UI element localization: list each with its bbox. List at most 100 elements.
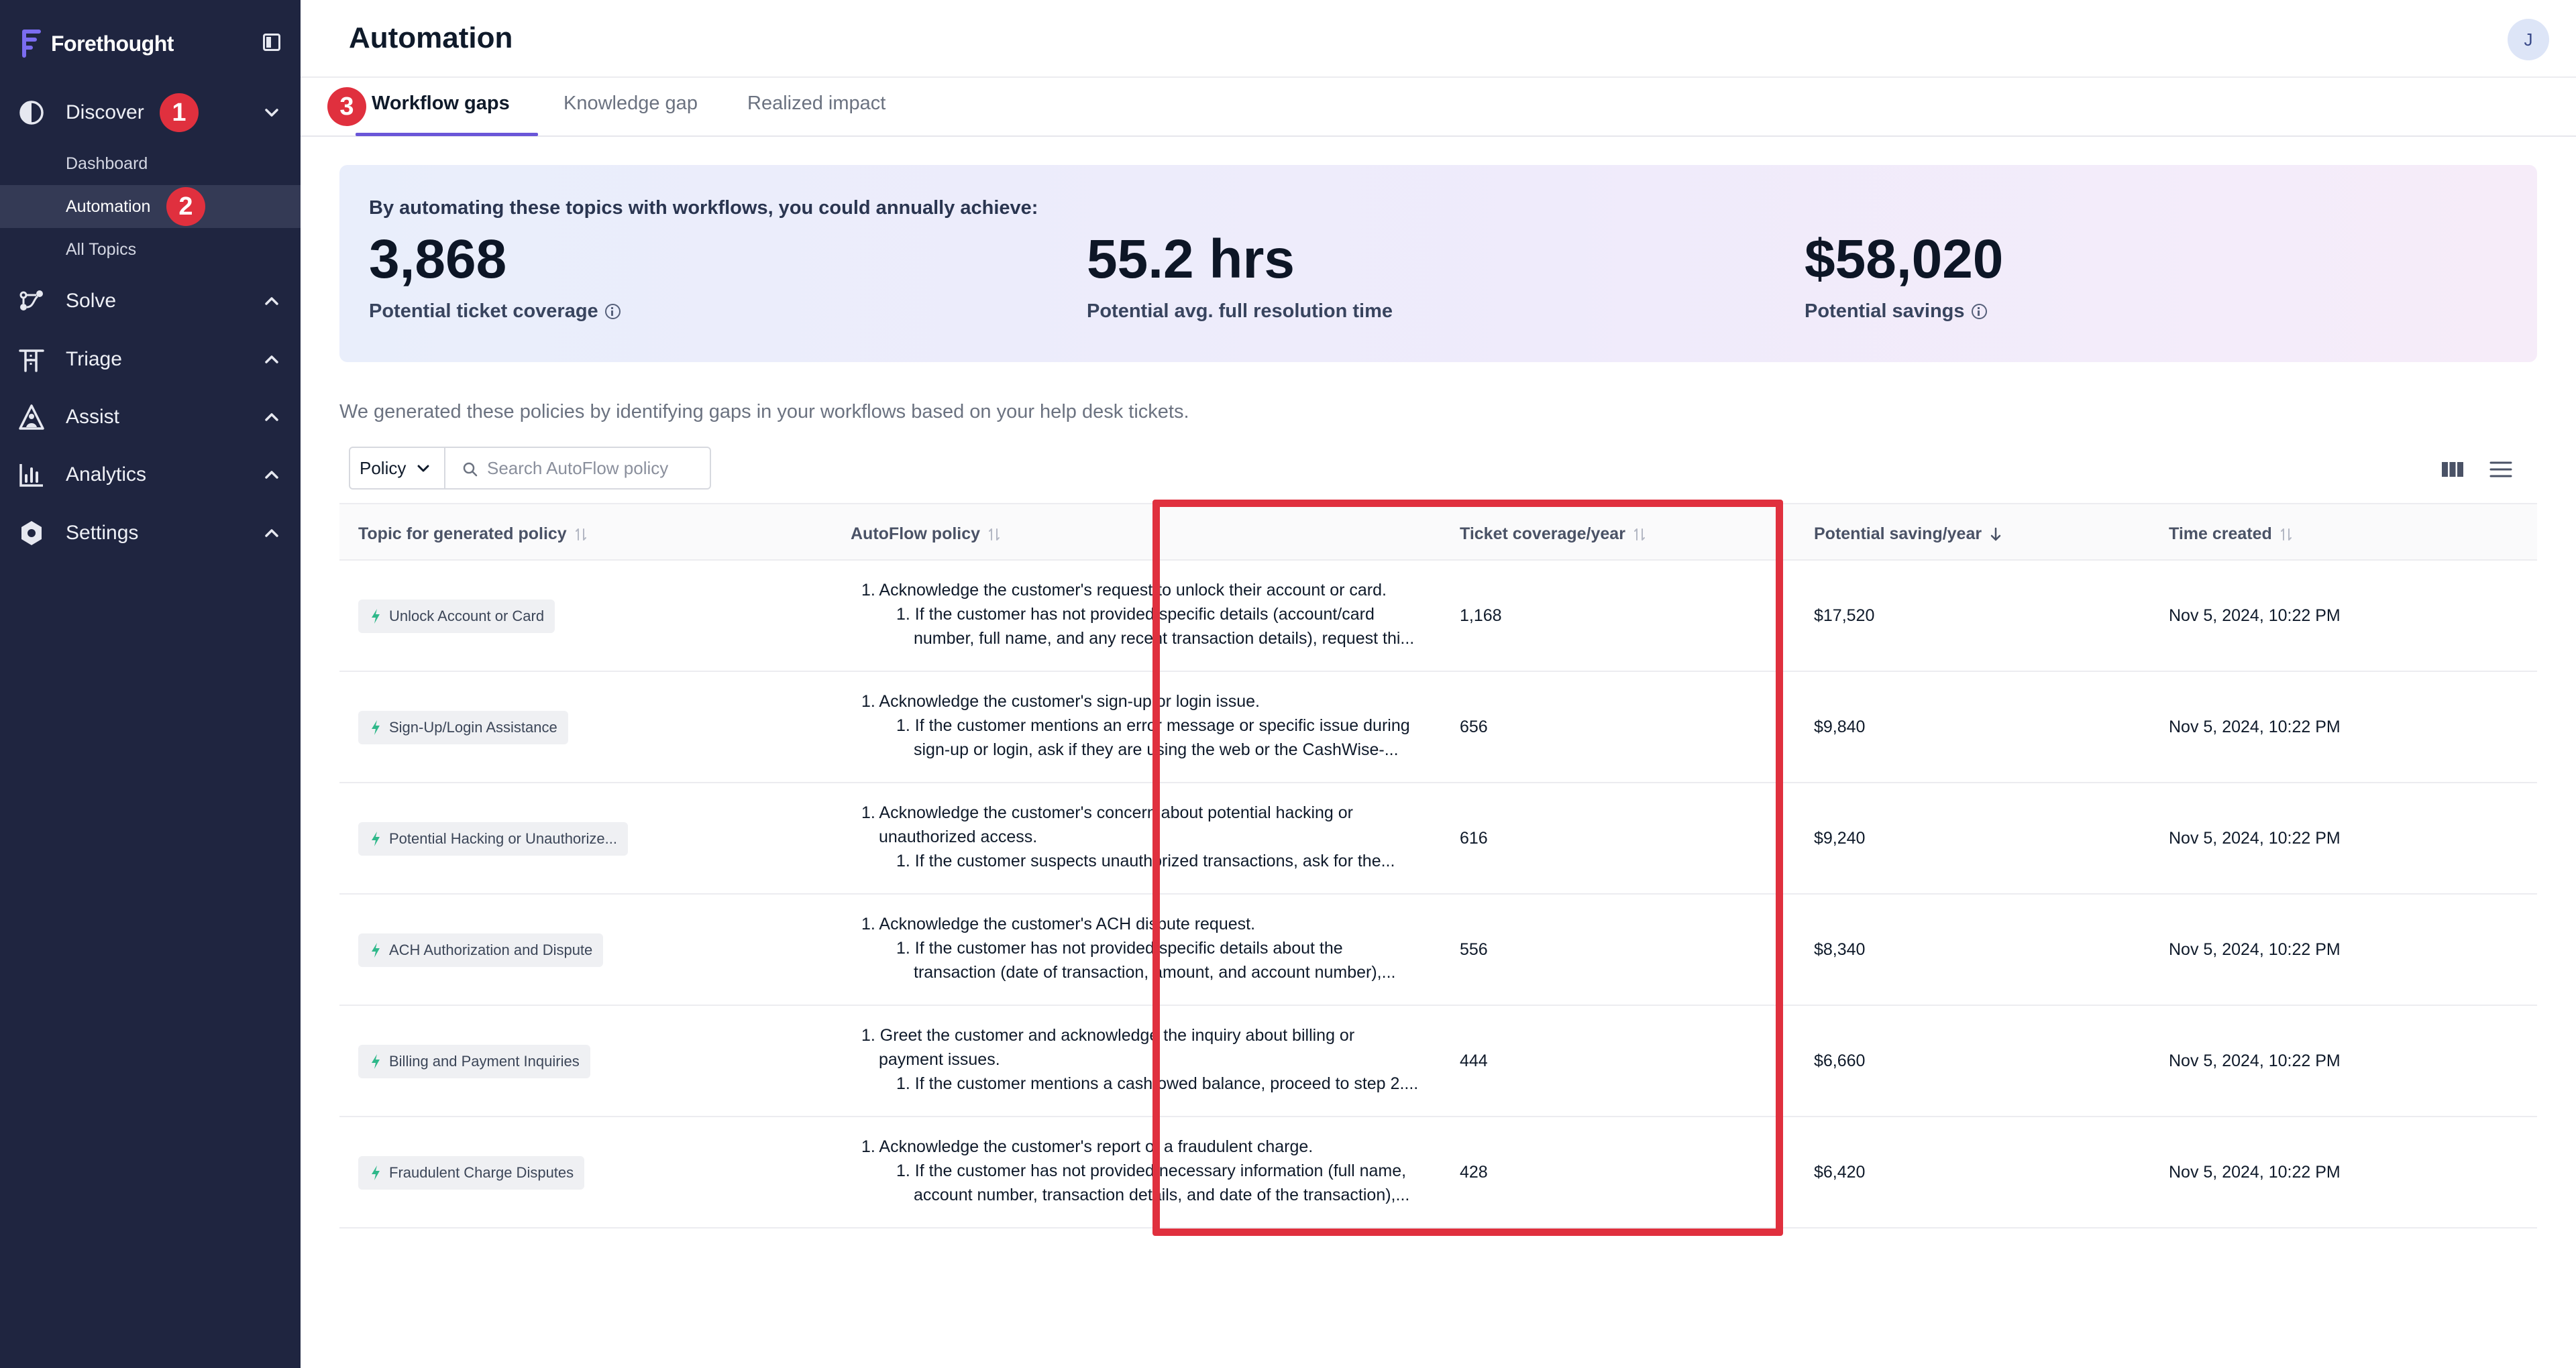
autoflow-policy-cell[interactable]: 1. Acknowledge the customer's report of …	[857, 1135, 1448, 1207]
policy-filter-dropdown[interactable]: Policy	[349, 447, 445, 490]
collapse-sidebar-icon[interactable]	[263, 34, 280, 51]
sidebar-item-discover[interactable]: Discover	[0, 89, 301, 137]
autoflow-policy-cell[interactable]: 1. Acknowledge the customer's sign-up or…	[857, 689, 1448, 762]
tab-bar: 3 Workflow gaps Knowledge gap Realized i…	[301, 79, 2576, 137]
analytics-icon	[19, 464, 43, 487]
time-created-value: Nov 5, 2024, 10:22 PM	[2169, 1051, 2341, 1070]
sidebar-item-settings[interactable]: Settings	[0, 509, 301, 557]
ticket-coverage-value: 656	[1460, 718, 1488, 736]
column-header-ticket-coverage[interactable]: Ticket coverage/year	[1460, 524, 1647, 544]
topic-chip[interactable]: ACH Authorization and Dispute	[358, 933, 604, 967]
stat-label: Potential avg. full resolution time	[1087, 300, 1393, 323]
sidebar-item-solve[interactable]: Solve	[0, 277, 301, 325]
stat-label: Potential ticket coverage	[369, 300, 621, 323]
table-row[interactable]: Unlock Account or Card 1. Acknowledge th…	[339, 561, 2537, 672]
potential-saving-value: $8,340	[1814, 940, 1866, 959]
ticket-coverage-value: 444	[1460, 1051, 1488, 1070]
search-input[interactable]	[487, 455, 702, 481]
topic-chip[interactable]: Sign-Up/Login Assistance	[358, 711, 568, 744]
sidebar-item-label: Settings	[66, 522, 139, 544]
ticket-coverage-value: 616	[1460, 829, 1488, 848]
sidebar-item-analytics[interactable]: Analytics	[0, 451, 301, 499]
triage-icon	[19, 349, 44, 372]
policy-line: 1. Greet the customer and acknowledge th…	[861, 1026, 1355, 1045]
stat-label-text: Potential ticket coverage	[369, 300, 598, 322]
tab-bar-divider	[301, 135, 2576, 137]
discover-icon	[19, 101, 44, 125]
stat-ticket-coverage: 3,868 Potential ticket coverage	[369, 232, 621, 323]
table-row[interactable]: Potential Hacking or Unauthorize... 1. A…	[339, 783, 2537, 895]
autoflow-policy-cell[interactable]: 1. Acknowledge the customer's request to…	[857, 578, 1448, 650]
topic-chip[interactable]: Fraudulent Charge Disputes	[358, 1156, 585, 1190]
lightning-icon	[372, 1054, 380, 1069]
policy-line: sign-up or login, ask if they are using …	[914, 740, 1399, 759]
sidebar-subitem-label: Dashboard	[66, 154, 148, 173]
column-header-topic[interactable]: Topic for generated policy	[358, 524, 588, 544]
search-box	[444, 447, 711, 490]
policy-line: 1. Acknowledge the customer's sign-up or…	[861, 692, 1260, 711]
info-icon[interactable]	[1971, 304, 1987, 319]
solve-icon	[19, 290, 43, 310]
avatar[interactable]: J	[2508, 19, 2549, 60]
column-header-label: Ticket coverage/year	[1460, 524, 1625, 543]
table-row[interactable]: Sign-Up/Login Assistance 1. Acknowledge …	[339, 672, 2537, 783]
stat-label-text: Potential savings	[1805, 300, 1965, 322]
page-title: Automation	[349, 21, 513, 54]
brand[interactable]: Forethought	[20, 27, 174, 60]
ticket-coverage-value: 1,168	[1460, 606, 1502, 625]
stat-potential-savings: $58,020 Potential savings	[1805, 232, 2003, 323]
chevron-down-icon	[417, 465, 429, 472]
sort-descending-icon	[1990, 527, 2001, 540]
sidebar-item-assist[interactable]: Assist	[0, 393, 301, 441]
active-tab-indicator	[356, 133, 538, 136]
assist-icon	[19, 404, 44, 430]
potential-saving-value: $6,420	[1814, 1163, 1866, 1182]
policy-line: transaction (date of transaction, amount…	[914, 963, 1396, 982]
tab-realized-impact[interactable]: Realized impact	[747, 93, 885, 115]
sidebar-item-triage[interactable]: Triage	[0, 335, 301, 384]
topic-chip[interactable]: Unlock Account or Card	[358, 600, 555, 633]
sidebar-subitem-label: Automation	[66, 196, 151, 216]
autoflow-policy-cell[interactable]: 1. Acknowledge the customer's concern ab…	[857, 801, 1448, 873]
header-divider	[301, 76, 2576, 78]
column-header-autoflow-policy[interactable]: AutoFlow policy	[851, 524, 1002, 544]
column-header-label: Potential saving/year	[1814, 524, 1982, 543]
table-row[interactable]: Fraudulent Charge Disputes 1. Acknowledg…	[339, 1117, 2537, 1229]
autoflow-policy-cell[interactable]: 1. Acknowledge the customer's ACH disput…	[857, 912, 1448, 984]
chevron-up-icon	[265, 413, 278, 421]
policy-line: 1. Acknowledge the customer's report of …	[861, 1137, 1313, 1156]
policy-line: 1. If the customer mentions a cash owed …	[896, 1074, 1419, 1093]
sidebar-subitem-dashboard[interactable]: Dashboard	[0, 142, 301, 185]
main-content: Automation J 3 Workflow gaps Knowledge g…	[301, 0, 2576, 1368]
info-icon[interactable]	[604, 304, 621, 319]
table-row[interactable]: ACH Authorization and Dispute 1. Acknowl…	[339, 895, 2537, 1006]
policy-line: unauthorized access.	[879, 828, 1038, 846]
column-view-icon[interactable]	[2440, 459, 2465, 480]
topic-label: Fraudulent Charge Disputes	[389, 1164, 574, 1181]
potential-saving-value: $6,660	[1814, 1051, 1866, 1070]
policy-line: 1. If the customer has not provided nece…	[896, 1161, 1407, 1180]
sidebar-subitem-all-topics[interactable]: All Topics	[0, 228, 301, 271]
column-header-time-created[interactable]: Time created	[2169, 524, 2294, 544]
stat-value: $58,020	[1805, 229, 2004, 290]
table-row[interactable]: Billing and Payment Inquiries 1. Greet t…	[339, 1006, 2537, 1117]
policy-line: 1. Acknowledge the customer's request to…	[861, 581, 1387, 600]
column-header-label: Topic for generated policy	[358, 524, 567, 543]
list-view-icon[interactable]	[2489, 459, 2513, 480]
sort-icon	[2280, 528, 2292, 540]
tab-workflow-gaps[interactable]: Workflow gaps	[372, 93, 510, 115]
policy-line: payment issues.	[879, 1050, 1000, 1069]
tab-knowledge-gap[interactable]: Knowledge gap	[564, 93, 698, 115]
policy-line: 1. If the customer has not provided spec…	[896, 605, 1375, 624]
sidebar-subitem-label: All Topics	[66, 239, 137, 259]
column-header-label: AutoFlow policy	[851, 524, 981, 543]
column-header-potential-saving[interactable]: Potential saving/year	[1814, 524, 2003, 544]
stat-label-text: Potential avg. full resolution time	[1087, 300, 1393, 322]
topic-chip[interactable]: Potential Hacking or Unauthorize...	[358, 822, 628, 856]
autoflow-policy-cell[interactable]: 1. Greet the customer and acknowledge th…	[857, 1023, 1448, 1096]
annotation-badge: 1	[160, 93, 199, 132]
ticket-coverage-value: 428	[1460, 1163, 1488, 1182]
sidebar-subitem-automation[interactable]: Automation	[0, 185, 301, 228]
topic-chip[interactable]: Billing and Payment Inquiries	[358, 1045, 590, 1078]
potential-saving-value: $9,240	[1814, 829, 1866, 848]
